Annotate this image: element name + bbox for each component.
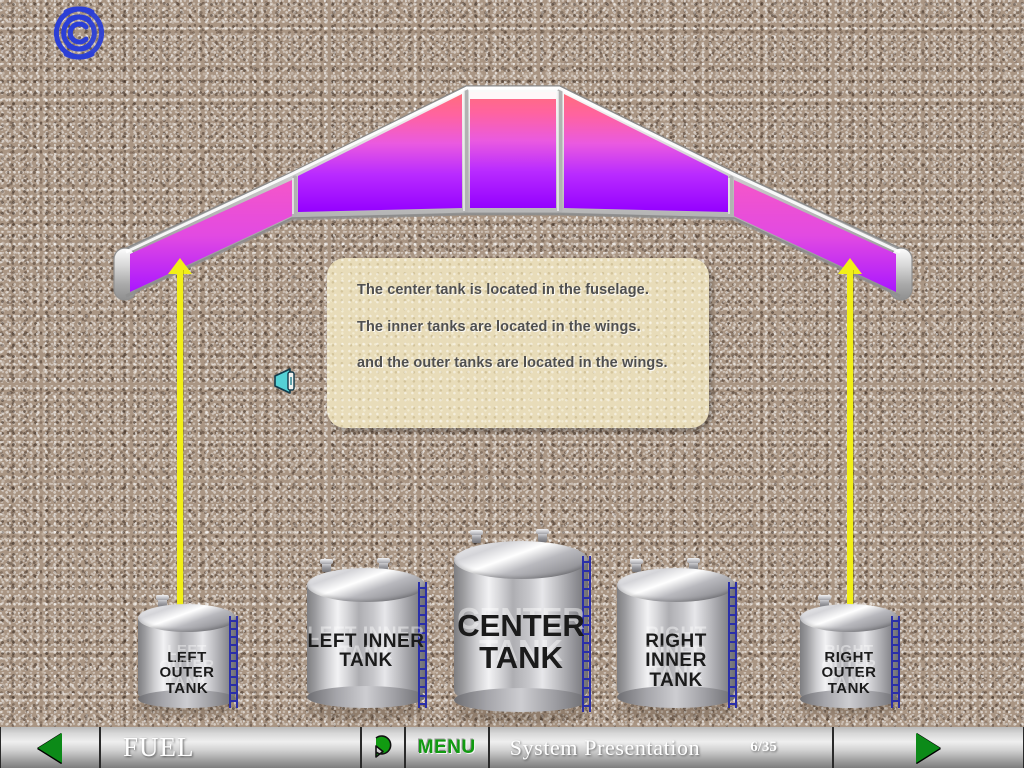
menu-button[interactable]: MENU [404, 727, 489, 768]
callout-line-1: The center tank is located in the fusela… [357, 282, 649, 298]
section-label: System Presentation [509, 734, 701, 760]
tank-fitting [470, 530, 483, 543]
tank-top [307, 568, 425, 602]
right-triangle-icon [916, 732, 941, 763]
menu-button-label: MENU [417, 736, 476, 758]
tank-label: RIGHT OUTER TANK [821, 649, 877, 697]
tank-right-inner[interactable]: RIGHT INNER TANK [617, 558, 737, 710]
tank-label: CENTER TANK [457, 608, 585, 675]
arrow-shaft [177, 270, 183, 613]
bottom-toolbar: FUEL MENU System Presentation 6/35 [0, 727, 1024, 768]
callout-line-2: The inner tanks are located in the wings… [357, 318, 641, 335]
slide-title-cell: FUEL [100, 727, 361, 768]
tank-label: LEFT INNER TANK [307, 631, 425, 672]
tank-bottom [454, 688, 588, 712]
left-outer-pointer-arrow [168, 258, 192, 613]
tank-top [454, 541, 588, 579]
tank-fitting [536, 529, 549, 542]
next-slide-button[interactable] [832, 727, 1024, 768]
left-triangle-icon [38, 732, 62, 763]
tank-center[interactable]: CENTER TANK [454, 529, 591, 714]
tank-label: RIGHT INNER TANK [645, 631, 707, 691]
tank-top [800, 604, 898, 632]
speaker-icon[interactable] [266, 364, 300, 398]
tank-label: LEFT OUTER TANK [159, 649, 215, 697]
tank-left-inner[interactable]: LEFT INNER TANK [307, 558, 427, 710]
tank-top [617, 568, 735, 602]
page-title: FUEL [123, 732, 195, 762]
arrow-shaft [847, 270, 853, 613]
tank-bottom [307, 686, 425, 708]
page-counter: 6/35 [750, 739, 777, 755]
replay-button[interactable] [360, 727, 405, 768]
tank-right-outer[interactable]: RIGHT OUTER TANK [800, 595, 900, 708]
callout-text-box: The center tank is located in the fusela… [327, 258, 709, 428]
presentation-slide: The center tank is located in the fusela… [0, 0, 1024, 768]
section-status-cell: System Presentation 6/35 [488, 727, 833, 768]
tank-top [138, 604, 236, 632]
replay-arrow-icon [370, 730, 396, 765]
right-outer-pointer-arrow [838, 258, 862, 613]
callout-line-3: and the outer tanks are located in the w… [357, 355, 668, 372]
previous-slide-button[interactable] [0, 727, 100, 768]
tank-left-outer[interactable]: LEFT OUTER TANK [138, 595, 238, 708]
